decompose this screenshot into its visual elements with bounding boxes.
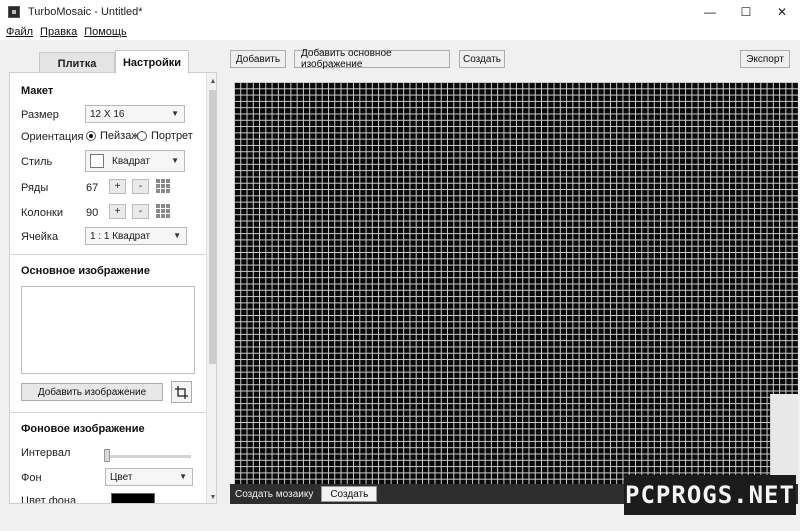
chevron-down-icon: ▼: [179, 472, 187, 481]
minimize-button[interactable]: —: [692, 0, 728, 23]
menu-file[interactable]: Файл: [6, 26, 33, 38]
chevron-down-icon: ▼: [173, 231, 181, 240]
orientation-label: Ориентация: [21, 131, 84, 143]
menu-edit[interactable]: Правка: [40, 26, 77, 38]
radio-dot-icon: [137, 131, 147, 141]
portrait-label: Портрет: [151, 130, 193, 142]
interval-slider-thumb[interactable]: [104, 449, 110, 462]
square-swatch-icon: [90, 154, 104, 168]
layout-section-title: Макет: [21, 85, 54, 97]
scroll-up-icon[interactable]: ▲: [207, 74, 216, 88]
cols-label: Колонки: [21, 207, 63, 219]
add-main-image-button[interactable]: Добавить основное изображение: [294, 48, 450, 70]
crop-button[interactable]: [171, 381, 192, 403]
bg-value: Цвет: [110, 471, 133, 483]
bg-label: Фон: [21, 472, 42, 484]
background-section-title: Фоновое изображение: [21, 423, 145, 435]
add-button[interactable]: Добавить: [230, 50, 286, 68]
style-label: Стиль: [21, 156, 53, 168]
chevron-down-icon: ▼: [171, 109, 179, 118]
chevron-down-icon: ▼: [171, 156, 179, 165]
main-image-preview[interactable]: [21, 286, 195, 374]
scroll-down-icon[interactable]: ▼: [207, 490, 216, 503]
create-mosaic-label: Создать мозаику: [235, 488, 314, 500]
settings-scrollbar[interactable]: ▲ ▼: [206, 73, 216, 503]
grid-rows-icon[interactable]: [156, 179, 170, 193]
size-value: 12 X 16: [90, 108, 125, 120]
rows-value: 67: [86, 182, 99, 194]
size-select[interactable]: 12 X 16 ▼: [85, 105, 185, 123]
section-divider: [10, 412, 206, 413]
radio-portrait[interactable]: Портрет: [137, 130, 193, 142]
rows-plus-button[interactable]: +: [109, 179, 126, 194]
window-title: TurboMosaic - Untitled*: [28, 5, 143, 18]
radio-landscape[interactable]: Пейзаж: [86, 130, 139, 142]
bg-color-label: Цвет фона: [21, 495, 77, 504]
create-mosaic-button[interactable]: Создать: [321, 486, 378, 502]
create-button[interactable]: Создать: [459, 50, 505, 68]
section-divider: [10, 254, 206, 255]
maximize-button[interactable]: ☐: [728, 0, 764, 23]
rows-minus-button[interactable]: -: [132, 179, 149, 194]
window-controls: — ☐ ✕: [692, 0, 800, 23]
settings-panel: Макет Размер 12 X 16 ▼ Ориентация Пейзаж…: [9, 72, 217, 504]
add-image-button[interactable]: Добавить изображение: [21, 383, 163, 401]
tab-tile[interactable]: Плитка: [39, 52, 115, 74]
cell-select[interactable]: 1 : 1 Квадрат ▼: [85, 227, 187, 245]
menu-bar: Файл Правка Помощь: [0, 23, 800, 40]
cols-value: 90: [86, 207, 99, 219]
style-value: Квадрат: [112, 155, 150, 167]
rows-label: Ряды: [21, 182, 49, 194]
style-select[interactable]: Квадрат ▼: [85, 150, 185, 172]
cols-minus-button[interactable]: -: [132, 204, 149, 219]
app-icon: [8, 5, 20, 18]
cell-value: 1 : 1 Квадрат: [90, 230, 151, 242]
watermark: PCPROGS.NET: [624, 475, 796, 515]
landscape-label: Пейзаж: [100, 130, 139, 142]
cols-plus-button[interactable]: +: [109, 204, 126, 219]
mosaic-canvas[interactable]: [234, 82, 798, 484]
cell-label: Ячейка: [21, 231, 59, 243]
interval-slider-track[interactable]: [105, 455, 191, 458]
tab-settings[interactable]: Настройки: [115, 50, 189, 74]
size-label: Размер: [21, 109, 59, 121]
main-image-section-title: Основное изображение: [21, 265, 150, 277]
bg-select[interactable]: Цвет ▼: [105, 468, 193, 486]
interval-label: Интервал: [21, 447, 71, 459]
menu-help[interactable]: Помощь: [84, 26, 127, 38]
title-bar: TurboMosaic - Untitled* — ☐ ✕: [0, 0, 800, 23]
scroll-thumb[interactable]: [209, 90, 216, 364]
bg-color-swatch[interactable]: [111, 493, 155, 503]
radio-dot-icon: [86, 131, 96, 141]
close-button[interactable]: ✕: [764, 0, 800, 23]
grid-cols-icon[interactable]: [156, 204, 170, 218]
export-button[interactable]: Экспорт: [740, 50, 790, 68]
crop-icon: [175, 385, 188, 399]
